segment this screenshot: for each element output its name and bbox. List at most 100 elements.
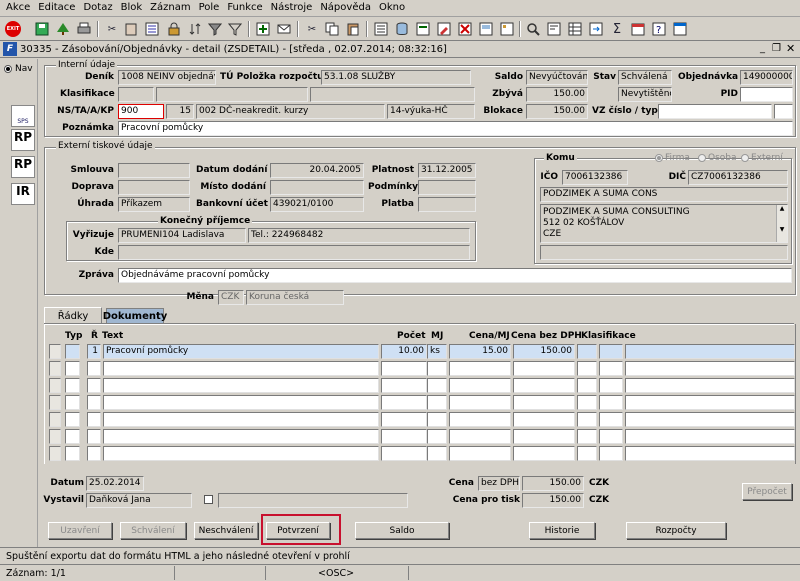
table-cell[interactable] — [65, 344, 80, 359]
table-cell[interactable]: 1 — [87, 344, 101, 359]
table-cell[interactable] — [103, 429, 379, 444]
saldo-field[interactable]: Nevyúčtováno — [526, 70, 588, 85]
table-cell[interactable] — [625, 429, 795, 444]
table-cell[interactable] — [65, 446, 80, 461]
table-cell[interactable] — [449, 378, 511, 393]
menu-editace[interactable]: Editace — [34, 0, 79, 16]
ta-field[interactable]: 15 — [166, 104, 194, 119]
rp-eu-button[interactable]: RP — [11, 156, 35, 178]
table-cell[interactable] — [625, 344, 795, 359]
vyrizuje-field[interactable]: PRUMENI104 Ladislava — [118, 228, 246, 243]
tel-field[interactable]: Tel.: 224968482 — [248, 228, 470, 243]
copy-icon[interactable] — [323, 20, 341, 38]
table-cell[interactable] — [427, 395, 447, 410]
export-icon[interactable] — [587, 20, 605, 38]
menu-dotaz[interactable]: Dotaz — [79, 0, 116, 16]
table-cell[interactable] — [449, 429, 511, 444]
table-cell[interactable] — [103, 378, 379, 393]
vystavil-field[interactable]: Daňková Jana — [86, 493, 192, 508]
table-cell[interactable] — [427, 412, 447, 427]
table-cell[interactable] — [381, 378, 427, 393]
row-selector[interactable] — [49, 378, 61, 393]
zprava-field[interactable]: Objednáváme pracovní pomůcky — [118, 268, 792, 283]
table-cell[interactable] — [625, 395, 795, 410]
tab-dokumenty[interactable]: Dokumenty — [103, 308, 167, 324]
close-icon[interactable]: ✕ — [786, 42, 795, 55]
zbyva-field[interactable]: 150.00 — [526, 87, 588, 102]
komu-extra-field[interactable] — [540, 245, 788, 260]
edit-icon[interactable] — [435, 20, 453, 38]
firma-radio[interactable] — [655, 154, 663, 162]
table-cell[interactable] — [87, 429, 101, 444]
cut-icon[interactable]: ✂ — [103, 20, 121, 38]
prepocet-button[interactable]: Přepočet — [742, 483, 792, 500]
table-cell[interactable] — [599, 378, 623, 393]
table-cell[interactable] — [103, 361, 379, 376]
footer-note-field[interactable] — [218, 493, 408, 508]
view-icon[interactable] — [477, 20, 495, 38]
record-icon[interactable] — [545, 20, 563, 38]
table-cell[interactable] — [103, 395, 379, 410]
podminky-field[interactable] — [418, 180, 476, 195]
filter-icon[interactable] — [226, 20, 244, 38]
table-icon[interactable] — [566, 20, 584, 38]
form-icon[interactable] — [498, 20, 516, 38]
row-selector[interactable] — [49, 395, 61, 410]
table-cell[interactable]: Pracovní pomůcky — [103, 344, 379, 359]
vz-cislo-field[interactable] — [658, 104, 772, 119]
table-cell[interactable] — [65, 412, 80, 427]
list-icon[interactable] — [372, 20, 390, 38]
table-cell[interactable] — [625, 446, 795, 461]
table-cell[interactable] — [449, 446, 511, 461]
table-cell[interactable] — [65, 361, 80, 376]
tu-field[interactable]: 53.1.08 SLUŽBY — [321, 70, 471, 85]
table-cell[interactable] — [103, 412, 379, 427]
table-cell[interactable]: 150.00 — [513, 344, 575, 359]
sigma-icon[interactable]: Σ — [608, 20, 626, 38]
neschvaleni-button[interactable]: Neschválení — [194, 522, 258, 539]
uzavreni-button[interactable]: Uzavření — [48, 522, 112, 539]
row-selector[interactable] — [49, 344, 61, 359]
cena-type-field[interactable]: bez DPH — [478, 476, 520, 491]
externi-radio[interactable] — [741, 154, 749, 162]
paste-icon[interactable] — [344, 20, 362, 38]
potvrzeni-button[interactable]: Potvrzení — [266, 522, 330, 539]
table-cell[interactable] — [449, 395, 511, 410]
table-cell[interactable] — [87, 446, 101, 461]
row-selector[interactable] — [49, 361, 61, 376]
table-cell[interactable] — [381, 429, 427, 444]
find-icon[interactable] — [524, 20, 542, 38]
filter-clear-icon[interactable] — [206, 20, 224, 38]
mena-name-field[interactable]: Koruna česká — [246, 290, 344, 305]
select-all-icon[interactable] — [143, 20, 161, 38]
table-cell[interactable]: 15.00 — [449, 344, 511, 359]
table-cell[interactable] — [449, 412, 511, 427]
table-cell[interactable] — [381, 412, 427, 427]
menu-blok[interactable]: Blok — [117, 0, 147, 16]
menu-napoveda[interactable]: Nápověda — [316, 0, 375, 16]
nav-radio[interactable] — [4, 65, 12, 73]
table-cell[interactable] — [625, 378, 795, 393]
table-cell[interactable] — [65, 378, 80, 393]
table-cell[interactable]: ks — [427, 344, 447, 359]
table-cell[interactable] — [577, 412, 597, 427]
ico-field[interactable]: 7006132386 — [562, 170, 628, 185]
objednavka-field[interactable]: 1490000002 — [740, 70, 793, 85]
table-cell[interactable] — [513, 446, 575, 461]
table-cell[interactable] — [427, 446, 447, 461]
lock-icon[interactable] — [165, 20, 183, 38]
table-cell[interactable] — [427, 378, 447, 393]
table-cell[interactable] — [625, 412, 795, 427]
dic-field[interactable]: CZ7006132386 — [688, 170, 788, 185]
table-cell[interactable] — [625, 361, 795, 376]
help-icon[interactable]: ? — [650, 20, 668, 38]
tree-icon[interactable] — [54, 20, 72, 38]
blokace-field[interactable]: 150.00 — [526, 104, 588, 119]
table-cell[interactable] — [577, 361, 597, 376]
smlouva-field[interactable] — [118, 163, 190, 178]
table-cell[interactable] — [427, 361, 447, 376]
save-icon[interactable] — [33, 20, 51, 38]
pid-field[interactable] — [740, 87, 793, 102]
table-cell[interactable] — [577, 378, 597, 393]
mena-code-field[interactable]: CZK — [218, 290, 244, 305]
